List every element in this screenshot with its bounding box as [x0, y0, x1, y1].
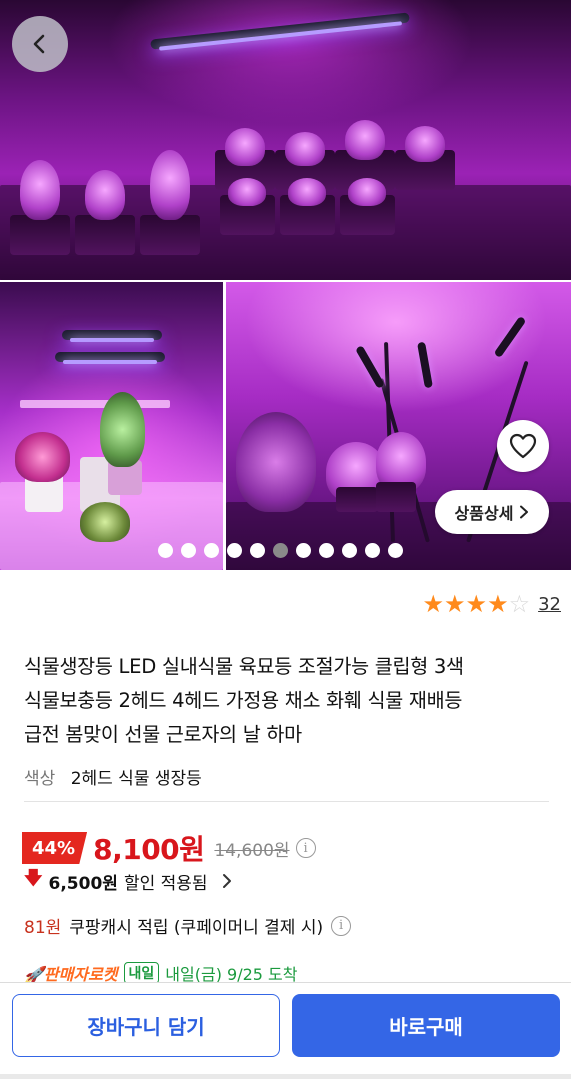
- succulent: [348, 178, 386, 206]
- pagination-dot[interactable]: [181, 543, 196, 558]
- pagination-dot[interactable]: [250, 543, 265, 558]
- star-filled-icon: ★: [422, 590, 445, 618]
- product-image-gallery[interactable]: 상품상세: [0, 0, 571, 570]
- cashback-row: 81원 쿠팡캐시 적립 (쿠페이머니 결제 시) i: [24, 913, 352, 938]
- pagination-dot[interactable]: [342, 543, 357, 558]
- price-row: 44% 8,100원 14,600원 i: [22, 828, 316, 868]
- sale-price: 8,100원: [93, 833, 205, 866]
- product-detail-button[interactable]: 상품상세: [435, 490, 549, 534]
- rating-summary[interactable]: ★ ★ ★ ★ ☆ 32: [423, 591, 561, 617]
- star-rating: ★ ★ ★ ★ ☆: [423, 591, 531, 617]
- pagination-dot[interactable]: [365, 543, 380, 558]
- pagination-dot[interactable]: [227, 543, 242, 558]
- chevron-left-icon: [33, 34, 45, 54]
- buy-now-label: 바로구매: [389, 1015, 463, 1039]
- star-filled-icon: ★: [487, 590, 509, 618]
- plant-pot: [336, 487, 378, 512]
- leafy-plant: [236, 412, 316, 512]
- lamp-bar: [62, 330, 162, 342]
- heart-icon: [509, 433, 537, 459]
- succulent: [150, 150, 190, 220]
- product-title-line: 식물보충등 2헤드 4헤드 가정용 채소 화훼 식물 재배등: [24, 689, 463, 712]
- product-detail-label: 상품상세: [454, 504, 514, 523]
- lamp-bar: [150, 12, 410, 50]
- star-filled-icon: ★: [444, 590, 466, 618]
- star-empty-icon: ☆: [508, 590, 531, 618]
- purchase-action-bar: 장바구니 담기 바로구매: [0, 982, 571, 1079]
- image-divider: [0, 280, 571, 282]
- product-title-line: 급전 봄맞이 선물 근로자의 날 하마: [24, 723, 302, 746]
- section-divider: [24, 801, 549, 802]
- next-day-badge: 내일: [123, 962, 160, 984]
- plant-pot: [140, 215, 200, 255]
- cashback-amount: 81원: [24, 918, 62, 938]
- image-divider: [223, 282, 226, 570]
- pagination-dot[interactable]: [388, 543, 403, 558]
- plant-pot: [10, 215, 70, 255]
- pagination-dot[interactable]: [158, 543, 173, 558]
- succulent: [288, 178, 326, 206]
- succulent: [225, 128, 265, 166]
- lamp-head: [355, 345, 385, 389]
- option-value: 2헤드 식물 생장등: [70, 769, 202, 789]
- product-photo-main: [0, 0, 571, 280]
- lamp-head: [417, 341, 433, 389]
- succulent: [228, 178, 266, 206]
- pagination-dot-active[interactable]: [273, 543, 288, 558]
- buy-now-button[interactable]: 바로구매: [292, 994, 560, 1057]
- succulent: [85, 170, 125, 220]
- arrow-down-icon: 🡇: [24, 868, 43, 889]
- plant-pot: [75, 215, 135, 255]
- pagination-dot[interactable]: [296, 543, 311, 558]
- small-plant: [80, 502, 130, 542]
- plant-pot: [376, 482, 416, 512]
- pagination-dot[interactable]: [319, 543, 334, 558]
- discount-detail-link[interactable]: 🡇 6,500원 할인 적용됨: [24, 866, 232, 896]
- aloe-plant: [100, 392, 145, 467]
- star-filled-icon: ★: [465, 590, 488, 618]
- lamp-bar: [55, 352, 165, 364]
- discount-text: 할인 적용됨: [123, 873, 208, 894]
- gallery-pagination[interactable]: [158, 543, 403, 558]
- info-icon[interactable]: i: [295, 838, 316, 858]
- succulent: [405, 126, 445, 162]
- info-icon[interactable]: i: [331, 915, 352, 936]
- system-nav-bar: [0, 1074, 571, 1079]
- product-title: 식물생장등 LED 실내식물 육묘등 조절가능 클립형 3색 식물보충등 2헤드…: [24, 650, 554, 752]
- add-to-cart-button[interactable]: 장바구니 담기: [12, 994, 280, 1057]
- wishlist-button[interactable]: [497, 420, 549, 472]
- back-button[interactable]: [12, 16, 68, 72]
- cashback-text: 쿠팡캐시 적립 (쿠페이머니 결제 시): [69, 918, 324, 938]
- pagination-dot[interactable]: [204, 543, 219, 558]
- discount-amount: 6,500원: [48, 873, 118, 894]
- product-photo-left: [0, 282, 223, 570]
- chevron-right-icon: [520, 505, 529, 519]
- lamp-head: [493, 315, 527, 359]
- succulent: [285, 132, 325, 166]
- option-label: 색상: [24, 769, 56, 789]
- flowering-plant: [15, 432, 70, 482]
- review-count-link[interactable]: 32: [538, 594, 561, 615]
- succulent: [20, 160, 60, 220]
- shelf: [20, 400, 170, 408]
- discount-rate-badge: 44%: [22, 832, 88, 864]
- chevron-right-icon: [222, 874, 231, 888]
- add-to-cart-label: 장바구니 담기: [87, 1015, 205, 1039]
- succulent: [345, 120, 385, 160]
- original-price: 14,600원: [214, 840, 290, 861]
- selected-option[interactable]: 색상 2헤드 식물 생장등: [24, 764, 202, 789]
- product-title-line: 식물생장등 LED 실내식물 육묘등 조절가능 클립형 3색: [24, 655, 464, 678]
